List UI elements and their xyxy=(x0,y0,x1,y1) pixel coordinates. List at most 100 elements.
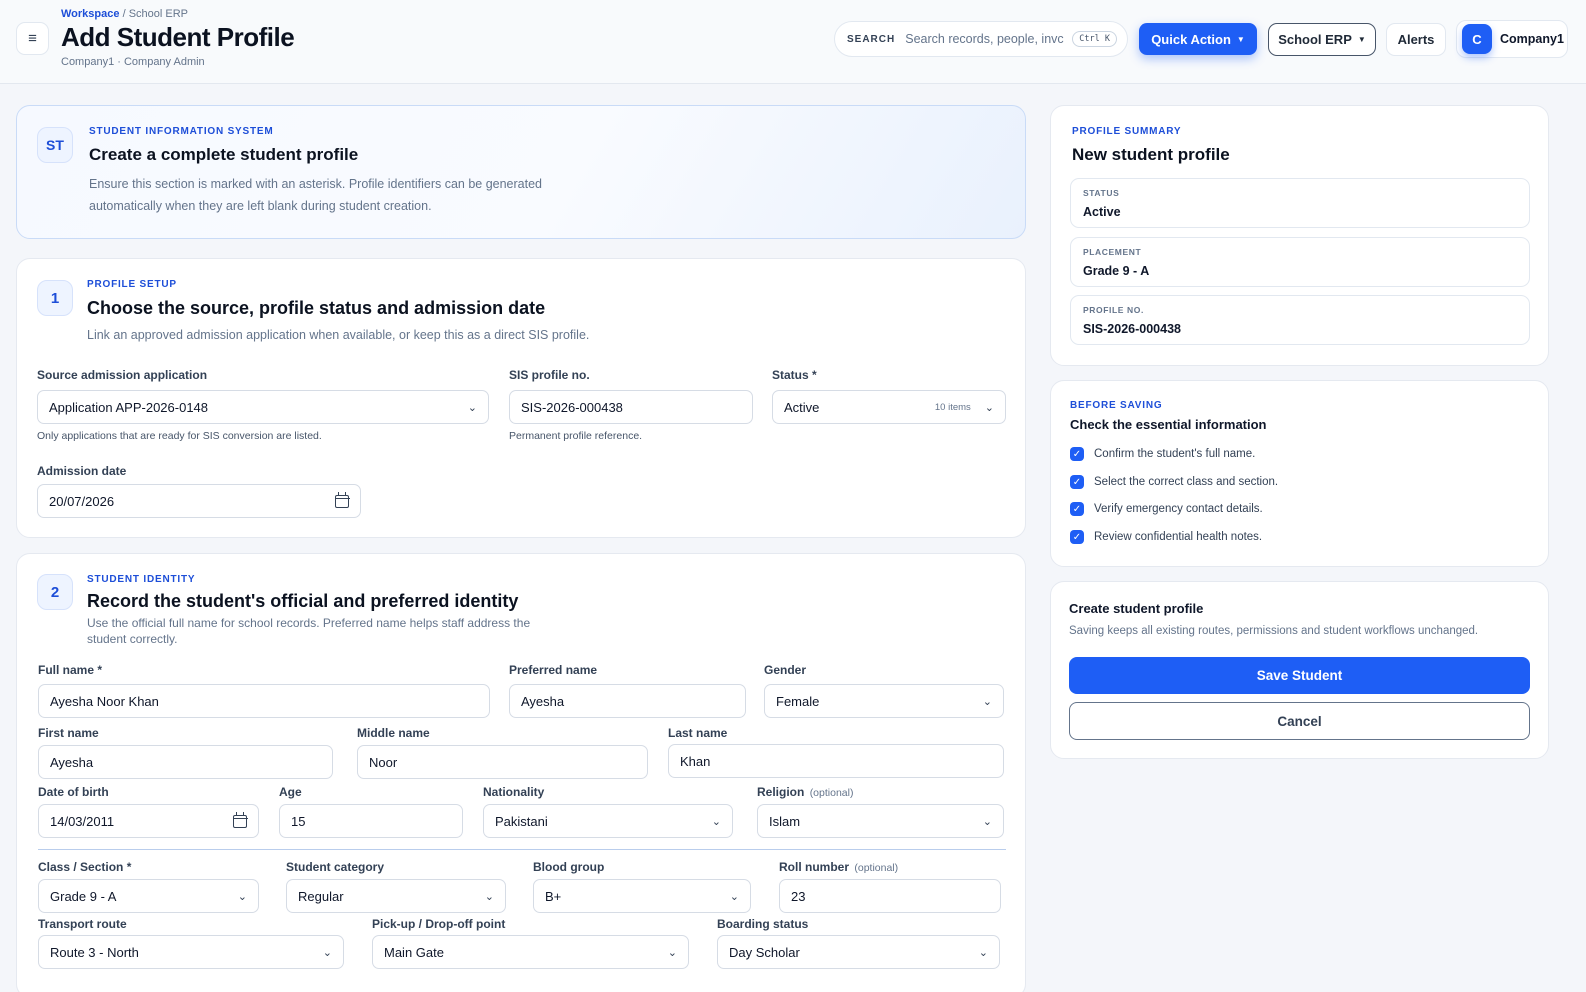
pickup-point-label: Pick-up / Drop-off point xyxy=(372,917,506,931)
checklist-item-label: Confirm the student's full name. xyxy=(1094,448,1256,460)
age-label: Age xyxy=(279,785,302,799)
roll-number-input[interactable]: 23 xyxy=(779,879,1001,913)
boarding-status-select[interactable]: Day Scholar ⌄ xyxy=(717,935,1000,969)
roll-number-label: Roll number (optional) xyxy=(779,860,898,874)
last-name-input[interactable]: Khan xyxy=(668,744,1004,778)
first-name-input[interactable]: Ayesha xyxy=(38,745,333,779)
student-category-select[interactable]: Regular ⌄ xyxy=(286,879,506,913)
nationality-label: Nationality xyxy=(483,785,545,799)
chevron-down-icon: ⌄ xyxy=(711,815,721,828)
summary-profile-no: PROFILE NO. SIS-2026-000438 xyxy=(1070,295,1530,345)
breadcrumb-workspace[interactable]: Workspace xyxy=(61,8,120,20)
age-value: 15 xyxy=(291,813,306,829)
quick-action-button[interactable]: Quick Action ▼ xyxy=(1139,23,1257,55)
chevron-down-icon: ⌄ xyxy=(322,946,332,959)
calendar-icon[interactable] xyxy=(232,811,248,828)
summary-placement: PLACEMENT Grade 9 - A xyxy=(1070,237,1530,287)
checklist-eyebrow: BEFORE SAVING xyxy=(1070,400,1163,411)
dob-input[interactable]: 14/03/2011 xyxy=(38,804,259,838)
top-bar: ≡ Workspace / School ERP Add Student Pro… xyxy=(0,0,1586,84)
first-name-label: First name xyxy=(38,726,99,740)
search-shortcut: Ctrl K xyxy=(1072,31,1117,47)
search-label: SEARCH xyxy=(847,33,896,45)
checkbox-checked-icon[interactable]: ✓ xyxy=(1070,502,1084,516)
caret-down-icon: ▼ xyxy=(1236,34,1245,44)
pickup-point-select[interactable]: Main Gate ⌄ xyxy=(372,935,689,969)
company-switcher[interactable]: C Company1 xyxy=(1456,20,1568,58)
search-input[interactable]: Search records, people, invc xyxy=(905,32,1064,46)
blood-group-select[interactable]: B+ ⌄ xyxy=(533,879,751,913)
summary-profile-value: SIS-2026-000438 xyxy=(1083,322,1181,336)
save-student-button[interactable]: Save Student xyxy=(1069,657,1530,694)
alerts-button[interactable]: Alerts xyxy=(1386,23,1446,56)
dob-value: 14/03/2011 xyxy=(50,813,115,829)
checklist-item-label: Verify emergency contact details. xyxy=(1094,503,1263,515)
roll-number-label-text: Roll number xyxy=(779,860,850,874)
pickup-point-value: Main Gate xyxy=(384,944,444,960)
caret-down-icon: ▼ xyxy=(1357,35,1366,44)
religion-label: Religion (optional) xyxy=(757,785,853,799)
breadcrumb-separator: / xyxy=(122,8,126,20)
company-name: Company1 xyxy=(1500,32,1564,46)
religion-select[interactable]: Islam ⌄ xyxy=(757,804,1004,838)
summary-status: STATUS Active xyxy=(1070,178,1530,228)
summary-status-key: STATUS xyxy=(1083,188,1120,198)
admission-date-label: Admission date xyxy=(37,464,127,478)
age-input[interactable]: 15 xyxy=(279,804,463,838)
checklist-item-label: Review confidential health notes. xyxy=(1094,531,1263,543)
status-label: Status * xyxy=(772,368,817,382)
transport-route-select[interactable]: Route 3 - North ⌄ xyxy=(38,935,344,969)
last-name-value: Khan xyxy=(680,753,711,769)
status-value: Active xyxy=(784,399,820,415)
gender-label: Gender xyxy=(764,663,807,677)
intro-eyebrow: STUDENT INFORMATION SYSTEM xyxy=(89,126,274,137)
summary-profile-key: PROFILE NO. xyxy=(1083,305,1144,315)
source-application-select[interactable]: Application APP-2026-0148 ⌄ xyxy=(37,390,489,424)
intro-desc-line2: automatically when they are left blank d… xyxy=(89,199,432,213)
section-title: Choose the source, profile status and ad… xyxy=(87,298,546,318)
profile-no-value: SIS-2026-000438 xyxy=(521,399,623,415)
religion-value: Islam xyxy=(769,813,801,829)
full-name-input[interactable]: Ayesha Noor Khan xyxy=(38,684,490,718)
admission-date-value: 20/07/2026 xyxy=(49,493,115,509)
preferred-name-input[interactable]: Ayesha xyxy=(509,684,746,718)
school-erp-menu-button[interactable]: School ERP ▼ xyxy=(1268,23,1376,56)
transport-route-label: Transport route xyxy=(38,917,127,931)
optional-tag: (optional) xyxy=(809,787,854,799)
last-name-label: Last name xyxy=(668,726,728,740)
checkbox-checked-icon[interactable]: ✓ xyxy=(1070,530,1084,544)
admission-date-input[interactable]: 20/07/2026 xyxy=(37,484,361,518)
chevron-down-icon: ⌄ xyxy=(982,695,992,708)
profile-setup-card: 1 PROFILE SETUP Choose the source, profi… xyxy=(16,258,1026,538)
menu-button[interactable]: ≡ xyxy=(16,22,49,55)
section-desc-line1: Use the official full name for school re… xyxy=(87,616,531,630)
middle-name-input[interactable]: Noor xyxy=(357,745,648,779)
create-profile-card: Create student profile Saving keeps all … xyxy=(1050,581,1549,759)
section-desc: Link an approved admission application w… xyxy=(87,328,590,342)
source-hint: Only applications that are ready for SIS… xyxy=(37,430,322,442)
nationality-select[interactable]: Pakistani ⌄ xyxy=(483,804,733,838)
transport-route-value: Route 3 - North xyxy=(50,944,139,960)
summary-title: New student profile xyxy=(1072,145,1230,164)
gender-select[interactable]: Female ⌄ xyxy=(764,684,1004,718)
profile-no-input[interactable]: SIS-2026-000438 xyxy=(509,390,753,424)
class-section-value: Grade 9 - A xyxy=(50,888,117,904)
chevron-down-icon: ⌄ xyxy=(667,946,677,959)
dob-label: Date of birth xyxy=(38,785,109,799)
class-section-select[interactable]: Grade 9 - A ⌄ xyxy=(38,879,259,913)
calendar-icon[interactable] xyxy=(334,491,350,508)
blood-group-label: Blood group xyxy=(533,860,605,874)
preferred-name-label: Preferred name xyxy=(509,663,598,677)
cancel-button[interactable]: Cancel xyxy=(1069,702,1530,740)
breadcrumb-school-erp: School ERP xyxy=(128,8,188,20)
profile-summary-card: PROFILE SUMMARY New student profile STAT… xyxy=(1050,105,1549,366)
chevron-down-icon: ⌄ xyxy=(237,890,247,903)
status-select[interactable]: Active 10 items ⌄ xyxy=(772,390,1006,424)
section-number: 2 xyxy=(37,574,73,610)
first-name-value: Ayesha xyxy=(50,754,94,770)
checkbox-checked-icon[interactable]: ✓ xyxy=(1070,447,1084,461)
search-bar[interactable]: SEARCH Search records, people, invc Ctrl… xyxy=(834,21,1128,57)
religion-label-text: Religion xyxy=(757,785,805,799)
summary-status-value: Active xyxy=(1083,205,1121,219)
checkbox-checked-icon[interactable]: ✓ xyxy=(1070,475,1084,489)
